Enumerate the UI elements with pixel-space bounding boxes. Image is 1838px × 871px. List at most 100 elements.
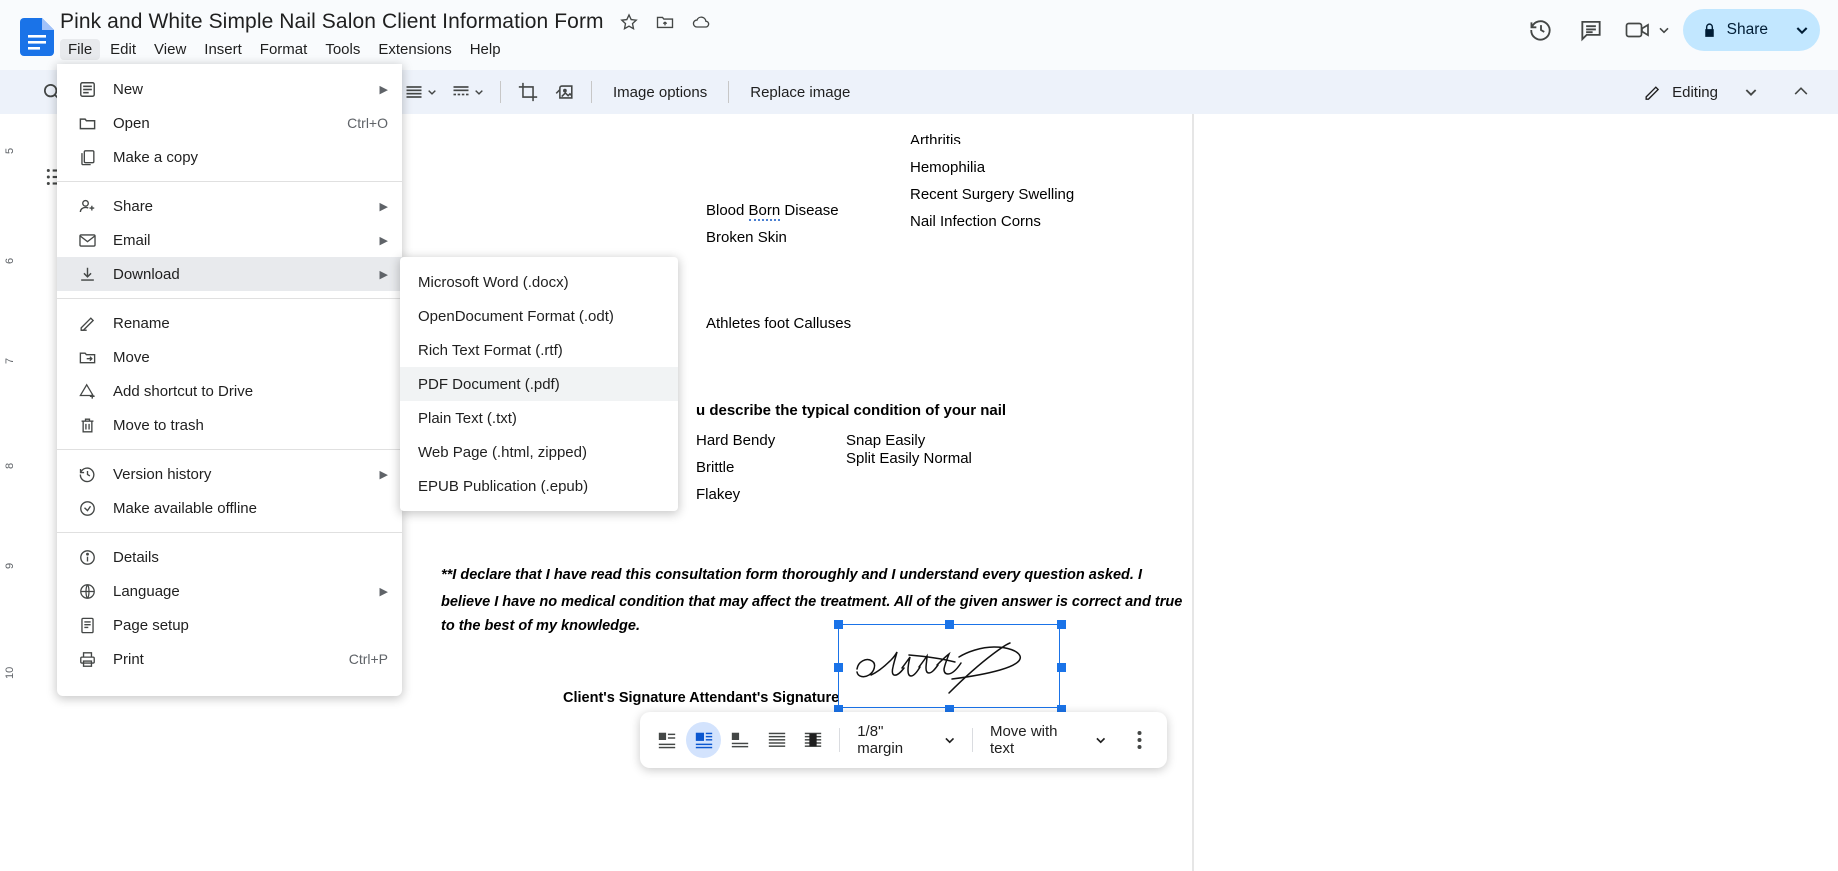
history-icon[interactable] (1519, 8, 1563, 52)
image-margin-select[interactable]: 1/8" margin (849, 723, 963, 757)
more-vert-icon[interactable] (1123, 722, 1157, 758)
file-menu-item-share[interactable]: Share ▶ (57, 189, 402, 223)
lock-icon (1701, 22, 1718, 39)
image-format-toolbar: 1/8" margin Move with text (640, 712, 1167, 768)
video-camera-icon[interactable] (1619, 8, 1677, 52)
move-to-folder-icon[interactable] (654, 11, 676, 33)
file-menu-item-new[interactable]: New ▶ (57, 72, 402, 106)
file-menu-label: Move to trash (113, 417, 388, 434)
file-menu-label: Make available offline (113, 500, 388, 517)
resize-handle-middle-left[interactable] (834, 663, 843, 672)
doc-line-nail-condition-question: u describe the typical condition of your… (696, 402, 1006, 419)
share-button[interactable]: Share (1683, 9, 1790, 51)
share-label: Share (1727, 21, 1768, 39)
chevron-right-icon: ▶ (380, 234, 388, 247)
file-menu-item-email[interactable]: Email ▶ (57, 223, 402, 257)
file-menu-item-page-setup[interactable]: Page setup (57, 608, 402, 642)
page-title[interactable]: Pink and White Simple Nail Salon Client … (60, 10, 604, 34)
download-option-pdf[interactable]: PDF Document (.pdf) (400, 367, 678, 401)
in-front-of-text-button[interactable] (796, 722, 830, 758)
signature-image-selection[interactable] (838, 624, 1060, 708)
drive-shortcut-icon (75, 379, 99, 403)
behind-text-button[interactable] (759, 722, 793, 758)
download-option-html[interactable]: Web Page (.html, zipped) (400, 435, 678, 469)
chevron-down-icon[interactable] (1734, 75, 1768, 109)
menu-help[interactable]: Help (462, 39, 509, 60)
resize-handle-top-right[interactable] (1057, 620, 1066, 629)
file-menu-item-open[interactable]: Open Ctrl+O (57, 106, 402, 140)
download-option-txt[interactable]: Plain Text (.txt) (400, 401, 678, 435)
doc-line-athletes-foot-calluses: Athletes foot Calluses (706, 315, 851, 332)
image-options-button[interactable]: Image options (602, 75, 718, 109)
download-option-epub[interactable]: EPUB Publication (.epub) (400, 469, 678, 503)
file-menu-separator-4 (57, 532, 402, 533)
file-menu-item-make-a-copy[interactable]: Make a copy (57, 140, 402, 174)
menu-file[interactable]: File (60, 39, 100, 60)
chevron-up-icon[interactable] (1784, 75, 1818, 109)
file-menu-item-language[interactable]: Language ▶ (57, 574, 402, 608)
wrap-inline-button[interactable] (650, 722, 684, 758)
vruler-tick-8: 8 (4, 463, 16, 469)
google-docs-logo[interactable] (20, 18, 54, 56)
menu-tools[interactable]: Tools (317, 39, 368, 60)
chevron-down-icon (944, 734, 955, 746)
title-row: Pink and White Simple Nail Salon Client … (60, 10, 712, 34)
image-position-select[interactable]: Move with text (982, 723, 1115, 757)
blood-word: Blood (706, 202, 749, 219)
wrap-text-button[interactable] (686, 722, 720, 758)
chevron-down-icon (1095, 734, 1106, 746)
file-menu-item-version-history[interactable]: Version history ▶ (57, 457, 402, 491)
menu-format[interactable]: Format (252, 39, 316, 60)
file-menu-item-rename[interactable]: Rename (57, 306, 402, 340)
image-mask-icon[interactable] (547, 75, 581, 109)
star-icon[interactable] (618, 11, 640, 33)
file-menu-label: Page setup (113, 617, 388, 634)
signature-image[interactable] (849, 633, 1049, 703)
file-menu-label: Print (113, 651, 333, 668)
download-option-docx[interactable]: Microsoft Word (.docx) (400, 265, 678, 299)
chevron-right-icon: ▶ (380, 200, 388, 213)
file-menu-label: Language (113, 583, 364, 600)
menu-edit[interactable]: Edit (102, 39, 144, 60)
doc-line-hard-bendy: Hard Bendy (696, 432, 775, 449)
disease-word: Disease (780, 202, 838, 219)
file-menu-item-print[interactable]: Print Ctrl+P (57, 642, 402, 676)
file-menu-item-move-to-trash[interactable]: Move to trash (57, 408, 402, 442)
file-menu-item-move[interactable]: Move (57, 340, 402, 374)
editing-label: Editing (1672, 84, 1718, 101)
vertical-ruler[interactable]: 5 6 7 8 9 10 (0, 114, 32, 871)
line-spacing-icon[interactable] (398, 75, 443, 109)
file-menu-item-add-shortcut-to-drive[interactable]: Add shortcut to Drive (57, 374, 402, 408)
file-menu-separator-3 (57, 449, 402, 450)
crop-icon[interactable] (511, 75, 545, 109)
imgbar-divider-2 (972, 728, 973, 752)
share-dropdown-caret[interactable] (1784, 9, 1820, 51)
doc-line-split-easily-normal: Split Easily Normal (846, 450, 972, 467)
chevron-right-icon: ▶ (380, 468, 388, 481)
editing-mode-button[interactable]: Editing (1631, 75, 1730, 109)
menu-insert[interactable]: Insert (196, 39, 250, 60)
replace-image-button[interactable]: Replace image (739, 75, 861, 109)
offline-check-icon (75, 496, 99, 520)
doc-line-arthritis: Arthritis (910, 132, 961, 144)
download-option-odt[interactable]: OpenDocument Format (.odt) (400, 299, 678, 333)
comment-icon[interactable] (1569, 8, 1613, 52)
download-option-rtf[interactable]: Rich Text Format (.rtf) (400, 333, 678, 367)
file-menu-item-download[interactable]: Download ▶ (57, 257, 402, 291)
signature-caption: Client's Signature Attendant's Signature (563, 690, 839, 707)
cloud-saved-icon[interactable] (690, 11, 712, 33)
file-menu-item-make-available-offline[interactable]: Make available offline (57, 491, 402, 525)
menu-view[interactable]: View (146, 39, 194, 60)
printer-icon (75, 647, 99, 671)
resize-handle-top-left[interactable] (834, 620, 843, 629)
break-text-button[interactable] (723, 722, 757, 758)
vruler-tick-6: 6 (4, 258, 16, 264)
file-menu-item-details[interactable]: Details (57, 540, 402, 574)
resize-handle-middle-right[interactable] (1057, 663, 1066, 672)
menu-extensions[interactable]: Extensions (370, 39, 459, 60)
mail-icon (75, 228, 99, 252)
toolbar-divider-3 (728, 81, 729, 103)
table-border-icon[interactable] (445, 75, 490, 109)
resize-handle-top-center[interactable] (945, 620, 954, 629)
file-menu-label: Add shortcut to Drive (113, 383, 388, 400)
